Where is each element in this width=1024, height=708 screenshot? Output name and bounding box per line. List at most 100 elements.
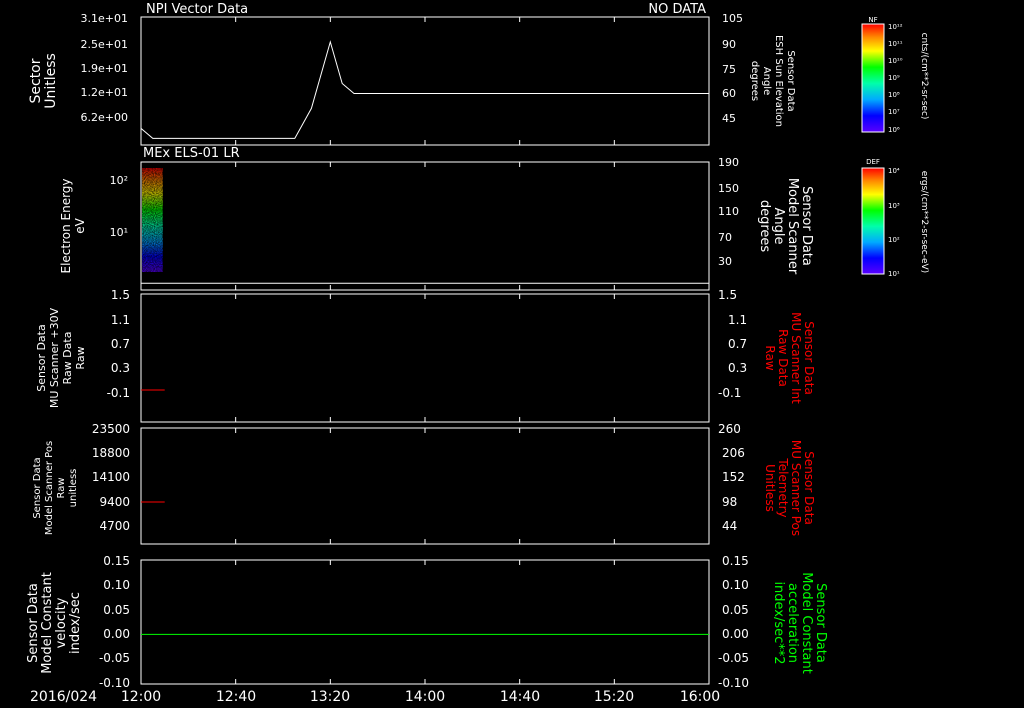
panel-1-ylabel-1: Unitless	[43, 53, 59, 109]
panel-2-y2tick-0: 190	[718, 156, 739, 169]
panel-1-y2tick-4: 45	[722, 112, 736, 125]
panel-1-ytick-4: 6.2e+00	[81, 111, 128, 124]
header-right-title: NO DATA	[648, 2, 706, 17]
panel-2: MEx ELS-01 LR 10² 10¹ 190 150 110 70 30 …	[59, 146, 814, 291]
panel-1-ylabel-0: Sector	[28, 58, 44, 103]
panel-1-y2label-1: ESH Sun Elevation	[773, 35, 784, 127]
panel-2-y2label-2: Angle	[771, 208, 786, 245]
panel-5-y2label-2: acceleration	[785, 583, 800, 663]
panel-5: 0.15 0.10 0.05 0.00 -0.05 -0.10 0.15 0.1…	[26, 554, 828, 690]
header-left-title: NPI Vector Data	[146, 2, 248, 17]
panel-4-ytick-0: 23500	[92, 422, 130, 436]
panel-5-ylabel-0: Sensor Data	[26, 583, 41, 663]
panel-5-ytick-2: 0.05	[103, 603, 130, 617]
panel-5-ytick-0: 0.15	[103, 554, 130, 568]
colorbar-def-tick-2: 10²	[888, 236, 900, 244]
colorbar-def: DEF 10⁴ 10³ 10² 10¹ ergs/(cm**2-sr-sec-e…	[861, 158, 929, 278]
panel-4-y2label-3: Unitless	[763, 464, 777, 512]
colorbar-nf-tick-1: 10¹¹	[888, 40, 903, 48]
colorbar-nf-tick-6: 10⁶	[888, 126, 900, 134]
time-tick-0: 12:00	[121, 689, 161, 705]
panel-2-y2label-1: Model Scanner	[785, 178, 800, 275]
time-tick-3: 14:00	[405, 689, 445, 705]
panel-1-ytick-2: 1.9e+01	[81, 62, 128, 75]
panel-4-y2tick-0: 260	[718, 422, 741, 436]
panel-2-ylabel-0: Electron Energy	[59, 178, 73, 273]
panel-5-y2label-1: Model Constant	[799, 572, 814, 674]
panel-5-ytick-3: 0.00	[103, 627, 130, 641]
panel-5-y2tick-4: -0.05	[718, 651, 749, 665]
panel-1-y2tick-2: 75	[722, 63, 736, 76]
panel-4-ylabel-1: Model Scanner Pos	[44, 441, 55, 535]
panel-4-y2label-1: MU Scanner Pos	[789, 440, 803, 536]
colorbar-nf-tick-5: 10⁷	[888, 108, 900, 116]
panel-4-y2tick-3: 98	[722, 495, 737, 509]
panel-3-y2label-0: Sensor Data	[802, 321, 816, 395]
panel-5-y2tick-5: -0.10	[718, 676, 749, 690]
panel-5-y2tick-1: 0.10	[722, 578, 749, 592]
colorbar-nf-tick-4: 10⁸	[888, 91, 900, 99]
panel-5-ytick-5: -0.10	[99, 676, 130, 690]
panel-4-ytick-2: 14100	[92, 470, 130, 484]
panel-5-ylabel-2: velocity	[54, 597, 69, 648]
colorbar-def-units: ergs/(cm**2-sr-sec-eV)	[919, 171, 929, 273]
panel-5-ylabel-1: Model Constant	[40, 572, 55, 674]
panel-3-ytick-4: -0.1	[107, 386, 130, 400]
panel-1-y2tick-0: 105	[722, 12, 743, 25]
panel-4: 23500 18800 14100 9400 4700 260 206 152 …	[32, 422, 816, 545]
tplot-figure: NPI Vector Data NO DATA 3.1e+01 2.5e+01 …	[0, 0, 1024, 708]
panel-3-ytick-1: 1.1	[111, 313, 130, 327]
panel-3-ylabel-0: Sensor Data	[35, 324, 48, 391]
panel-5-ytick-4: -0.05	[99, 651, 130, 665]
colorbar-nf-scale	[861, 23, 885, 133]
panel-3-ytick-0: 1.5	[111, 288, 130, 302]
panel-1-ytick-1: 2.5e+01	[81, 38, 128, 51]
panel-2-y2tick-3: 70	[718, 231, 732, 244]
panel-4-ylabel-0: Sensor Data	[32, 457, 43, 518]
panel-1-trace-line	[140, 40, 709, 139]
panel-3-y2label-1: MU Scanner Int	[789, 312, 803, 404]
panel-4-ytick-4: 4700	[99, 519, 130, 533]
colorbar-def-tick-1: 10³	[888, 202, 900, 210]
panel-3-y2tick-2: 0.7	[728, 337, 747, 351]
colorbar-def-scale	[861, 167, 885, 275]
panel-4-ylabel-2: Raw	[56, 477, 67, 498]
panel-4-y2label-0: Sensor Data	[802, 451, 816, 525]
panel-3-ylabel-3: Raw	[74, 346, 87, 369]
panel-5-y2tick-3: 0.00	[722, 627, 749, 641]
panel-4-y2tick-1: 206	[722, 446, 745, 460]
time-tick-5: 15:20	[594, 689, 634, 705]
panel-1-frame	[140, 16, 710, 146]
time-tick-6: 16:00	[680, 689, 720, 705]
panel-4-ytick-1: 18800	[92, 446, 130, 460]
panel-3-ylabel-1: MU Scanner +30V	[48, 307, 61, 408]
panel-1-y2label-2: Angle	[761, 67, 772, 95]
colorbar-def-label: DEF	[866, 158, 880, 166]
panel-1-y2tick-3: 60	[722, 87, 736, 100]
panel-2-ytick-1: 10¹	[110, 226, 128, 239]
panel-3-ytick-2: 0.7	[111, 337, 130, 351]
colorbar-def-tick-0: 10⁴	[888, 167, 900, 175]
panel-2-y2label-0: Sensor Data	[799, 186, 814, 266]
panel-5-ylabel-3: index/sec	[68, 592, 83, 654]
panel-2-frame	[140, 161, 710, 291]
panel-5-y2tick-0: 0.15	[722, 554, 749, 568]
panel-3: 1.5 1.1 0.7 0.3 -0.1 1.5 1.1 0.7 0.3 -0.…	[35, 288, 816, 423]
panel-3-ylabel-2: Raw Data	[61, 332, 74, 385]
panel-2-ylabel-1: eV	[73, 217, 87, 233]
panel-3-y2label-3: Raw	[763, 345, 777, 370]
panel-3-y2tick-4: -0.1	[718, 386, 741, 400]
panel-5-y2tick-2: 0.05	[722, 603, 749, 617]
panel-5-ytick-1: 0.10	[103, 578, 130, 592]
panel-2-title: MEx ELS-01 LR	[143, 146, 240, 161]
panel-2-y2tick-2: 110	[718, 205, 739, 218]
panel-4-ylabel-3: unitless	[68, 469, 79, 508]
panel-1-y2label-0: Sensor Data	[785, 50, 796, 111]
panel-3-frame	[140, 293, 710, 423]
panel-3-y2tick-0: 1.5	[718, 288, 737, 302]
panel-2-y2tick-4: 30	[718, 255, 732, 268]
colorbar-def-tick-3: 10¹	[888, 270, 900, 278]
panel-2-y2tick-1: 150	[718, 182, 739, 195]
panel-3-ytick-3: 0.3	[111, 361, 130, 375]
panel-5-y2label-3: index/sec**2	[771, 581, 786, 664]
